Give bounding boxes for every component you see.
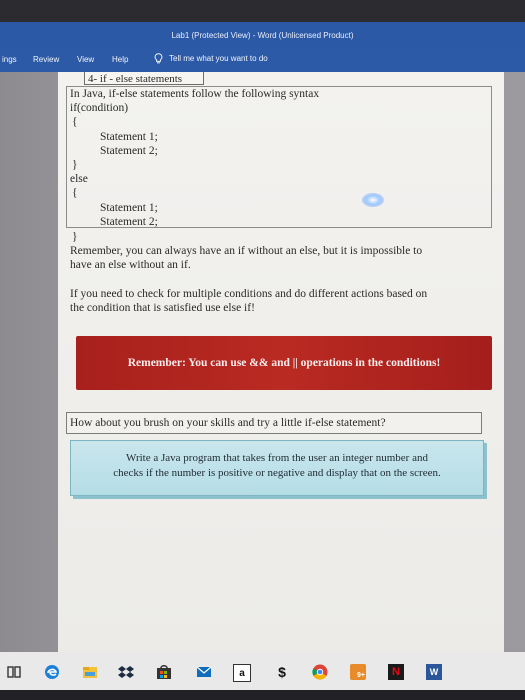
file-explorer-icon[interactable] <box>82 664 98 680</box>
chrome-icon[interactable] <box>312 664 328 680</box>
note-if-else-line2: have an else without an if. <box>70 259 191 271</box>
store-icon[interactable] <box>156 664 172 680</box>
syntax-line: Statement 2; <box>100 145 158 157</box>
syntax-line: { <box>72 187 78 199</box>
task-line: Write a Java program that takes from the… <box>126 452 428 464</box>
game-badge: 9+ <box>357 672 365 679</box>
ribbon-tab-bar: ings Review View Help Tell me what you w… <box>0 48 525 72</box>
task-line: checks if the number is positive or nega… <box>113 467 441 479</box>
monitor-bezel-bottom <box>0 690 525 700</box>
syntax-line: Statement 1; <box>100 202 158 214</box>
note-else-if-line1: If you need to check for multiple condit… <box>70 288 428 300</box>
syntax-intro: In Java, if-else statements follow the f… <box>70 88 320 100</box>
tab-view[interactable]: View <box>77 55 94 64</box>
syntax-line: } <box>72 159 78 171</box>
dropbox-icon[interactable] <box>118 664 134 680</box>
game-icon[interactable]: 9+ <box>350 664 366 680</box>
tell-me-box[interactable]: Tell me what you want to do <box>154 53 268 64</box>
syntax-line: Statement 1; <box>100 131 158 143</box>
edge-icon[interactable] <box>44 664 60 680</box>
monitor-bezel-top <box>0 0 525 22</box>
syntax-line: else <box>70 173 88 185</box>
tab-help[interactable]: Help <box>112 55 128 64</box>
lightbulb-icon <box>154 53 163 64</box>
syntax-line: { <box>72 116 78 128</box>
tell-me-label: Tell me what you want to do <box>169 54 268 63</box>
note-if-else-line1: Remember, you can always have an if with… <box>70 245 423 257</box>
netflix-icon[interactable]: N <box>388 664 404 680</box>
reminder-banner: Remember: You can use && and || operatio… <box>76 336 492 390</box>
practice-question: How about you brush on your skills and t… <box>70 417 386 429</box>
screen-glare <box>362 193 384 207</box>
reminder-banner-text: Remember: You can use && and || operatio… <box>127 357 441 369</box>
amazon-icon[interactable]: a <box>233 664 251 682</box>
window-titlebar: Lab1 (Protected View) - Word (Unlicensed… <box>0 22 525 48</box>
task-text: Write a Java program that takes from the… <box>71 451 483 481</box>
task-view-icon[interactable] <box>6 664 22 680</box>
mail-icon[interactable] <box>196 664 212 680</box>
syntax-line: } <box>72 231 78 243</box>
tab-review[interactable]: Review <box>33 55 59 64</box>
syntax-line: Statement 2; <box>100 216 158 228</box>
task-box: Write a Java program that takes from the… <box>70 440 484 496</box>
tab-mailings[interactable]: ings <box>2 55 17 64</box>
window-title: Lab1 (Protected View) - Word (Unlicensed… <box>171 30 354 40</box>
taskbar: a $ 9+ N W <box>0 652 525 690</box>
word-icon[interactable]: W <box>426 664 442 680</box>
section-heading: 4- if - else statements <box>88 73 183 85</box>
syntax-line: if(condition) <box>70 102 129 114</box>
note-else-if-line2: the condition that is satisfied use else… <box>70 302 255 314</box>
dollar-icon[interactable]: $ <box>274 664 290 680</box>
